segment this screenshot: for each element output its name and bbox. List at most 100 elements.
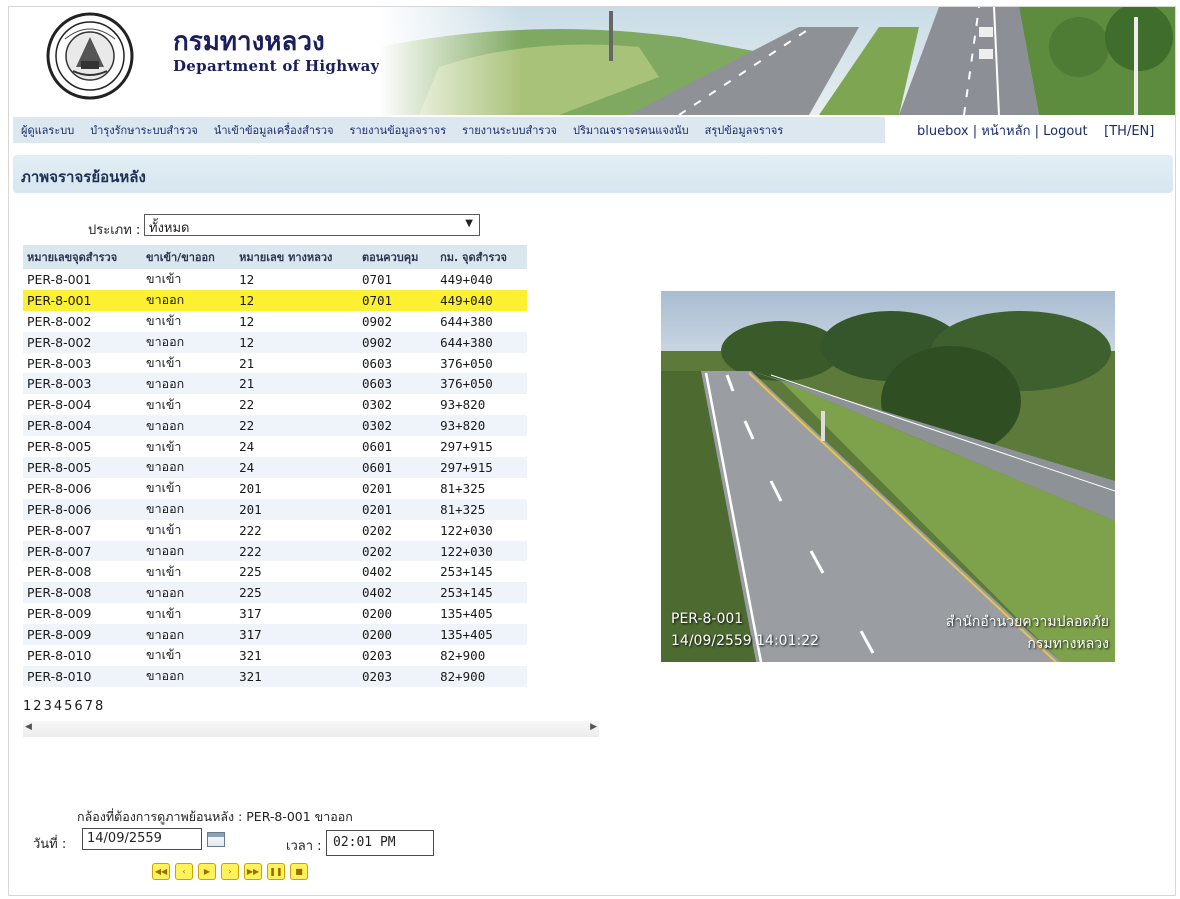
step-back-icon[interactable]: ‹ bbox=[175, 863, 193, 880]
table-row[interactable]: PER-8-001 ขาออก 12 0701 449+040 bbox=[23, 289, 527, 311]
menu-item-admin[interactable]: ผู้ดูแลระบบ bbox=[13, 121, 82, 139]
cell-direction: ขาออก bbox=[142, 665, 236, 687]
menu-item-manual-count[interactable]: ปริมาณจราจรคนแจงนับ bbox=[565, 121, 697, 139]
table-row[interactable]: PER-8-002 ขาออก 12 0902 644+380 bbox=[23, 331, 527, 353]
pause-icon[interactable]: ❚❚ bbox=[267, 863, 285, 880]
cell-highway: 222 bbox=[235, 540, 358, 562]
cell-station: PER-8-005 bbox=[23, 436, 143, 458]
type-filter-select[interactable]: ทั้งหมด ▼ bbox=[144, 214, 480, 236]
camera-road-image bbox=[661, 291, 1115, 662]
table-row[interactable]: PER-8-001 ขาเข้า 12 0701 449+040 bbox=[23, 269, 527, 290]
chevron-down-icon: ▼ bbox=[465, 218, 473, 229]
cell-control: 0902 bbox=[357, 310, 437, 332]
menu-item-maintenance[interactable]: บำรุงรักษาระบบสำรวจ bbox=[82, 121, 206, 139]
table-row[interactable]: PER-8-009 ขาเข้า 317 0200 135+405 bbox=[23, 603, 527, 625]
page-link[interactable]: 1 bbox=[23, 699, 33, 714]
cell-station: PER-8-001 bbox=[23, 289, 143, 311]
cell-direction: ขาเข้า bbox=[142, 352, 236, 374]
header-title-en: Department of Highways bbox=[173, 57, 389, 75]
cell-km: 449+040 bbox=[436, 269, 527, 290]
stop-icon[interactable]: ■ bbox=[290, 863, 308, 880]
table-row[interactable]: PER-8-004 ขาเข้า 22 0302 93+820 bbox=[23, 394, 527, 416]
table-row[interactable]: PER-8-007 ขาออก 222 0202 122+030 bbox=[23, 540, 527, 562]
cell-control: 0203 bbox=[357, 645, 437, 666]
cell-station: PER-8-001 bbox=[23, 269, 143, 290]
page-link[interactable]: 8 bbox=[95, 699, 105, 714]
date-field[interactable]: 14/09/2559 bbox=[82, 828, 202, 850]
user-name-link[interactable]: bluebox bbox=[917, 124, 969, 139]
table-row[interactable]: PER-8-002 ขาเข้า 12 0902 644+380 bbox=[23, 310, 527, 332]
page-link[interactable]: 6 bbox=[74, 699, 84, 714]
page-title: ภาพจราจรย้อนหลัง bbox=[21, 168, 146, 186]
cell-direction: ขาออก bbox=[142, 289, 236, 311]
table-row[interactable]: PER-8-003 ขาออก 21 0603 376+050 bbox=[23, 373, 527, 395]
cell-km: 376+050 bbox=[436, 352, 527, 374]
cell-control: 0302 bbox=[357, 415, 437, 437]
table-row[interactable]: PER-8-010 ขาเข้า 321 0203 82+900 bbox=[23, 645, 527, 666]
home-link[interactable]: หน้าหลัก bbox=[981, 124, 1030, 139]
table-row[interactable]: PER-8-005 ขาออก 24 0601 297+915 bbox=[23, 457, 527, 478]
section-header: ภาพจราจรย้อนหลัง bbox=[13, 155, 1173, 193]
cell-highway: 22 bbox=[235, 394, 358, 416]
fast-forward-icon[interactable]: ▶▶ bbox=[244, 863, 262, 880]
table-row[interactable]: PER-8-005 ขาเข้า 24 0601 297+915 bbox=[23, 436, 527, 458]
cell-direction: ขาออก bbox=[142, 331, 236, 353]
cell-direction: ขาออก bbox=[142, 624, 236, 646]
cell-km: 93+820 bbox=[436, 415, 527, 437]
cell-control: 0701 bbox=[357, 289, 437, 311]
camera-org-line2: กรมทางหลวง bbox=[1027, 636, 1109, 652]
page-link[interactable]: 3 bbox=[44, 699, 54, 714]
cell-station: PER-8-009 bbox=[23, 603, 143, 625]
language-toggle[interactable]: [TH/EN] bbox=[1104, 124, 1154, 139]
step-forward-icon[interactable]: › bbox=[221, 863, 239, 880]
cell-station: PER-8-002 bbox=[23, 331, 143, 353]
page-link[interactable]: 2 bbox=[33, 699, 43, 714]
cell-km: 82+900 bbox=[436, 645, 527, 666]
menu-item-system-report[interactable]: รายงานระบบสำรวจ bbox=[454, 121, 565, 139]
calendar-icon[interactable] bbox=[207, 832, 225, 847]
cell-highway: 317 bbox=[235, 624, 358, 646]
column-header-direction: ขาเข้า/ขาออก bbox=[142, 245, 236, 269]
page-link[interactable]: 4 bbox=[54, 699, 64, 714]
table-row[interactable]: PER-8-010 ขาออก 321 0203 82+900 bbox=[23, 665, 527, 687]
cell-highway: 24 bbox=[235, 436, 358, 458]
column-header-highway: หมายเลข ทางหลวง bbox=[235, 245, 358, 269]
menu-item-import[interactable]: นำเข้าข้อมูลเครื่องสำรวจ bbox=[206, 121, 342, 139]
horizontal-scrollbar[interactable]: ◀ ▶ bbox=[23, 721, 599, 737]
cell-control: 0202 bbox=[357, 540, 437, 562]
table-row[interactable]: PER-8-006 ขาออก 201 0201 81+325 bbox=[23, 498, 527, 520]
cell-station: PER-8-010 bbox=[23, 645, 143, 666]
column-header-control: ตอนควบคุม bbox=[357, 245, 437, 269]
menu-item-summary[interactable]: สรุปข้อมูลจราจร bbox=[697, 121, 792, 139]
cell-control: 0201 bbox=[357, 498, 437, 520]
table-row[interactable]: PER-8-007 ขาเข้า 222 0202 122+030 bbox=[23, 519, 527, 541]
cell-km: 135+405 bbox=[436, 624, 527, 646]
table-row[interactable]: PER-8-009 ขาออก 317 0200 135+405 bbox=[23, 624, 527, 646]
table-row[interactable]: PER-8-004 ขาออก 22 0302 93+820 bbox=[23, 415, 527, 437]
page-link[interactable]: 5 bbox=[64, 699, 74, 714]
table-row[interactable]: PER-8-003 ขาเข้า 21 0603 376+050 bbox=[23, 352, 527, 374]
cell-km: 253+145 bbox=[436, 582, 527, 604]
cell-control: 0200 bbox=[357, 624, 437, 646]
table-row[interactable]: PER-8-008 ขาออก 225 0402 253+145 bbox=[23, 582, 527, 604]
play-icon[interactable]: ▶ bbox=[198, 863, 216, 880]
table-row[interactable]: PER-8-008 ขาเข้า 225 0402 253+145 bbox=[23, 561, 527, 583]
menu-item-traffic-report[interactable]: รายงานข้อมูลจราจร bbox=[342, 121, 455, 139]
cell-station: PER-8-004 bbox=[23, 394, 143, 416]
page-link[interactable]: 7 bbox=[85, 699, 95, 714]
scroll-right-icon[interactable]: ▶ bbox=[590, 722, 597, 732]
cell-station: PER-8-006 bbox=[23, 498, 143, 520]
type-filter-label: ประเภท : bbox=[88, 223, 141, 238]
cell-km: 449+040 bbox=[436, 289, 527, 311]
cell-control: 0402 bbox=[357, 561, 437, 583]
cell-highway: 12 bbox=[235, 269, 358, 290]
logout-link[interactable]: Logout bbox=[1043, 124, 1088, 139]
cell-km: 297+915 bbox=[436, 457, 527, 478]
cell-km: 253+145 bbox=[436, 561, 527, 583]
time-field[interactable]: 02:01 PM bbox=[326, 830, 434, 856]
scroll-left-icon[interactable]: ◀ bbox=[25, 722, 32, 732]
table-row[interactable]: PER-8-006 ขาเข้า 201 0201 81+325 bbox=[23, 477, 527, 499]
rewind-fast-icon[interactable]: ◀◀ bbox=[152, 863, 170, 880]
cell-km: 81+325 bbox=[436, 477, 527, 499]
cell-highway: 24 bbox=[235, 457, 358, 478]
